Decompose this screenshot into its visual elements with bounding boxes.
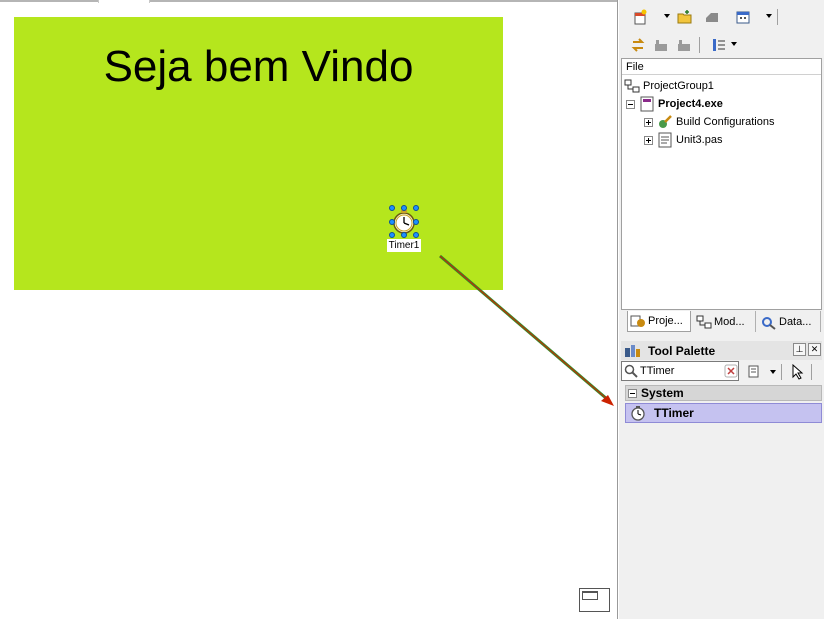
data-explorer-icon (762, 316, 776, 330)
selection-handle[interactable] (413, 232, 419, 238)
timer-component-icon[interactable] (389, 205, 419, 238)
tree-item-build-configurations[interactable]: Build Configurations (644, 113, 774, 131)
palette-categories-dropdown[interactable] (770, 370, 776, 374)
add-to-project-icon (655, 40, 667, 51)
form-title-label[interactable]: Seja bem Vindo (14, 41, 503, 93)
add-to-project-button[interactable] (652, 36, 670, 54)
project-manager-tree[interactable]: File ProjectGroup1 Project4.exe Build Co… (621, 58, 822, 310)
form-designer[interactable]: Seja bem Vindo Timer1 (0, 0, 618, 619)
build-configurations-icon (659, 115, 672, 128)
toolbar-separator (699, 37, 700, 53)
open-project-button[interactable] (676, 8, 694, 26)
project-panel-tabs: Proje... Mod... Data... (621, 311, 822, 333)
cursor-arrow-icon (792, 364, 804, 380)
close-icon[interactable]: ✕ (808, 343, 821, 356)
pascal-unit-icon (658, 132, 672, 148)
tool-palette-header[interactable]: Tool Palette ⊥ ✕ (621, 341, 822, 360)
tree-column-header[interactable]: File (622, 59, 821, 75)
tab-label: Mod... (714, 315, 745, 328)
search-icon (624, 364, 638, 378)
tab-model-view[interactable]: Mod... (694, 311, 756, 332)
list-view-button[interactable] (710, 36, 728, 54)
category-label: System (641, 386, 684, 400)
selection-handle[interactable] (389, 232, 395, 238)
timer-clock-icon (631, 406, 645, 421)
calendar-icon (736, 11, 750, 24)
selection-handle[interactable] (389, 219, 395, 225)
expand-toggle[interactable] (644, 135, 653, 145)
palette-item-label: TTimer (654, 406, 694, 420)
tree-item-label: Build Configurations (676, 116, 775, 128)
collapse-toggle[interactable] (628, 388, 637, 398)
remove-from-project-icon (678, 40, 690, 51)
pin-icon[interactable]: ⊥ (793, 343, 806, 356)
selection-handle[interactable] (413, 205, 419, 211)
tool-palette-icon (625, 344, 640, 357)
timer-component[interactable]: Timer1 (387, 205, 421, 253)
new-items-icon (634, 9, 647, 25)
selection-handle[interactable] (389, 205, 395, 211)
tree-item-unit[interactable]: Unit3.pas (644, 131, 722, 149)
palette-item-ttimer[interactable]: TTimer (625, 403, 822, 423)
designer-tab[interactable] (98, 0, 150, 3)
tree-item-project[interactable]: Project4.exe (626, 95, 723, 113)
toolbar-separator (811, 364, 812, 380)
tree-item-label: Project4.exe (658, 98, 723, 110)
form-panel[interactable]: Seja bem Vindo Timer1 (14, 17, 503, 290)
selection-handle[interactable] (401, 205, 407, 211)
tree-item-project-group[interactable]: ProjectGroup1 (624, 77, 714, 95)
palette-search-input[interactable] (621, 361, 739, 381)
list-view-dropdown[interactable] (731, 42, 737, 46)
options-icon (706, 13, 718, 22)
toolbar-separator (777, 9, 778, 25)
options-button[interactable] (703, 8, 721, 26)
tab-label: Proje... (648, 315, 683, 327)
tree-item-label: ProjectGroup1 (643, 80, 714, 92)
clear-search-icon[interactable] (724, 364, 738, 378)
project-exe-icon (640, 96, 654, 112)
sync-button[interactable] (629, 36, 647, 54)
project-manager-icon (630, 315, 645, 327)
tab-label: Data... (779, 315, 812, 328)
designer-top-border (0, 0, 617, 2)
project-group-icon (624, 79, 640, 93)
calendar-dropdown[interactable] (766, 14, 772, 18)
tab-project-manager[interactable]: Proje... (627, 311, 691, 332)
list-view-icon (713, 39, 725, 51)
open-folder-icon (677, 10, 692, 24)
tool-palette-title: Tool Palette (648, 343, 716, 358)
palette-category-system[interactable]: System (625, 385, 822, 401)
remove-from-project-button[interactable] (675, 36, 693, 54)
categories-icon (748, 365, 759, 378)
calendar-button[interactable] (734, 8, 752, 26)
new-items-dropdown[interactable] (664, 14, 670, 18)
sync-icon (631, 38, 645, 52)
toolbar-separator (781, 364, 782, 380)
designer-navigator-button[interactable] (579, 588, 610, 612)
timer-caption: Timer1 (387, 239, 421, 252)
tree-item-label: Unit3.pas (676, 134, 723, 146)
selection-handle[interactable] (413, 219, 419, 225)
collapse-toggle[interactable] (626, 99, 635, 109)
project-toolbar-top (619, 4, 824, 30)
tool-palette-search-row (621, 361, 822, 383)
new-items-button[interactable] (631, 8, 649, 26)
selection-handle[interactable] (401, 232, 407, 238)
palette-categories-button[interactable] (745, 363, 763, 381)
project-toolbar-bottom (619, 32, 824, 58)
tab-data-explorer[interactable]: Data... (759, 311, 821, 332)
expand-toggle[interactable] (644, 117, 653, 127)
pointer-tool-button[interactable] (789, 363, 807, 381)
ide-right-panel: File ProjectGroup1 Project4.exe Build Co… (619, 0, 824, 619)
model-view-icon (696, 315, 712, 328)
